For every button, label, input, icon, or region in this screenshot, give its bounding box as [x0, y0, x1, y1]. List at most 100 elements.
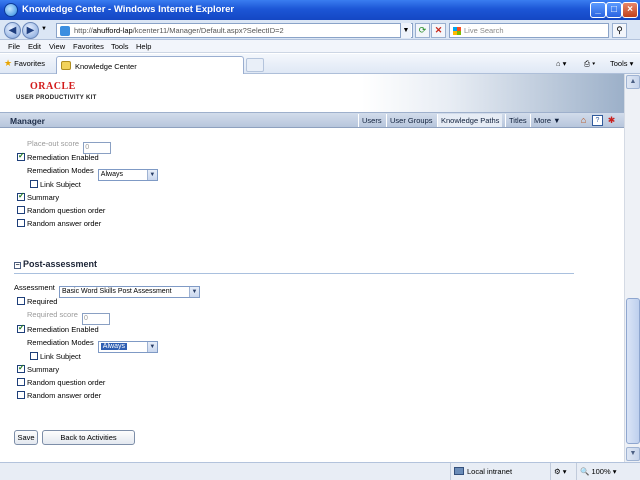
- post-summary-row: Summary: [17, 363, 60, 374]
- required-score-input[interactable]: 0: [81, 313, 110, 325]
- security-zone: Local intranet: [450, 463, 550, 480]
- stop-icon[interactable]: ✕: [431, 23, 446, 38]
- oracle-header: ORACLE USER PRODUCTIVITY KIT: [0, 74, 624, 112]
- post-link-subject-checkbox[interactable]: [30, 352, 38, 360]
- window-title: Knowledge Center - Windows Internet Expl…: [22, 4, 235, 15]
- search-icon[interactable]: ⚲: [612, 23, 627, 38]
- tab-users[interactable]: Users: [358, 114, 385, 127]
- maximize-button[interactable]: □: [606, 2, 622, 18]
- star-icon: ★: [4, 58, 13, 68]
- pre-summary-row: Summary: [17, 191, 60, 202]
- post-remediation-modes-row: Remediation Modes Always ▼: [27, 338, 158, 353]
- assessment-row: Assessment Basic Word Skills Post Assess…: [14, 283, 200, 298]
- browser-tab-knowledge-center[interactable]: Knowledge Center: [56, 56, 244, 74]
- post-link-subject-label: Link Subject: [40, 352, 81, 361]
- favorites-bar: ★ Favorites Knowledge Center ⌂ ▾ ⎙ ▾ Too…: [0, 54, 640, 74]
- required-checkbox[interactable]: [17, 297, 25, 305]
- favorites-button[interactable]: ★ Favorites: [4, 58, 45, 69]
- menu-tools[interactable]: Tools: [111, 42, 129, 51]
- knowledge-path-form: Place-out score 0 Remediation Enabled Re…: [0, 128, 624, 462]
- history-dropdown-icon[interactable]: ▼: [41, 26, 47, 32]
- internet-explorer-icon: [4, 3, 18, 17]
- post-random-answer-checkbox[interactable]: [17, 391, 25, 399]
- search-input[interactable]: Live Search: [449, 23, 609, 38]
- new-tab-button[interactable]: [246, 58, 264, 72]
- required-score-label: Required score: [27, 310, 78, 319]
- oracle-logo: ORACLE: [30, 81, 76, 92]
- menu-edit[interactable]: Edit: [28, 42, 41, 51]
- scroll-up-icon[interactable]: ▲: [626, 75, 640, 89]
- pre-remediation-modes-select[interactable]: Always ▼: [97, 169, 158, 181]
- post-assessment-header[interactable]: − Post-assessment: [14, 259, 97, 269]
- window-title-bar: Knowledge Center - Windows Internet Expl…: [0, 0, 640, 20]
- collapse-icon[interactable]: −: [14, 262, 21, 269]
- post-link-subject-row: Link Subject: [30, 352, 81, 361]
- chevron-down-icon: ▼: [146, 170, 157, 180]
- pre-link-subject-label: Link Subject: [40, 180, 81, 189]
- forward-button[interactable]: ▶: [22, 22, 39, 39]
- scroll-down-icon[interactable]: ▼: [626, 447, 640, 461]
- menu-help[interactable]: Help: [136, 42, 151, 51]
- address-toolbar: ◀ ▶ ▼ http://ahufford-lap/kcenter11/Mana…: [0, 20, 640, 40]
- pre-summary-checkbox[interactable]: [17, 191, 25, 201]
- tab-user-groups[interactable]: User Groups: [386, 114, 436, 127]
- close-window-button[interactable]: ×: [622, 2, 638, 18]
- minimize-button[interactable]: _: [590, 2, 606, 18]
- page-icon: [60, 26, 70, 36]
- tab-titles[interactable]: Titles: [505, 114, 530, 127]
- protected-mode-icon[interactable]: ⚙ ▾: [550, 463, 576, 480]
- post-random-answer-row: Random answer order: [17, 391, 101, 400]
- manager-title: Manager: [10, 116, 45, 126]
- intranet-zone-icon: [454, 467, 464, 475]
- required-score-row: Required score 0: [27, 310, 110, 325]
- placeout-score-row: Place-out score 0: [27, 139, 112, 154]
- tab-knowledge-paths[interactable]: Knowledge Paths: [437, 114, 503, 127]
- help-icon[interactable]: ?: [592, 115, 603, 126]
- pre-summary-label: Summary: [27, 193, 60, 202]
- pre-remediation-enabled-checkbox[interactable]: [17, 151, 25, 161]
- address-dropdown-icon[interactable]: ▼: [400, 23, 411, 38]
- post-random-question-row: Random question order: [17, 378, 105, 387]
- post-remediation-modes-label: Remediation Modes: [27, 338, 94, 347]
- menu-favorites[interactable]: Favorites: [73, 42, 104, 51]
- pre-random-question-checkbox[interactable]: [17, 206, 25, 214]
- refresh-icon[interactable]: ⟳: [415, 23, 430, 38]
- live-search-logo-icon: [453, 27, 461, 35]
- pre-remediation-enabled-label: Remediation Enabled: [27, 153, 99, 162]
- manager-nav-bar: Manager Users User Groups Knowledge Path…: [0, 112, 624, 128]
- pre-random-question-row: Random question order: [17, 206, 105, 215]
- post-summary-checkbox[interactable]: [17, 363, 25, 373]
- home-icon[interactable]: ⌂: [578, 115, 589, 126]
- menu-file[interactable]: File: [8, 42, 20, 51]
- chevron-down-icon: ▼: [146, 342, 157, 352]
- logout-icon[interactable]: ✱: [606, 115, 617, 126]
- menu-view[interactable]: View: [49, 42, 65, 51]
- tools-menu-button[interactable]: Tools ▾: [610, 59, 633, 68]
- back-to-activities-button[interactable]: Back to Activities: [42, 430, 135, 445]
- pre-random-answer-label: Random answer order: [27, 219, 102, 228]
- required-label: Required: [27, 297, 58, 306]
- pre-random-answer-row: Random answer order: [17, 219, 101, 228]
- address-input[interactable]: http://ahufford-lap/kcenter11/Manager/De…: [56, 23, 413, 38]
- pre-random-answer-checkbox[interactable]: [17, 219, 25, 227]
- assessment-select[interactable]: Basic Word Skills Post Assessment ▼: [58, 286, 200, 298]
- post-random-answer-label: Random answer order: [27, 391, 102, 400]
- chevron-down-icon: ▼: [188, 287, 199, 297]
- pre-remediation-modes-label: Remediation Modes: [27, 166, 94, 175]
- save-button[interactable]: Save: [14, 430, 38, 445]
- placeout-score-label: Place-out score: [27, 139, 80, 148]
- pre-random-question-label: Random question order: [27, 206, 106, 215]
- post-remediation-modes-select[interactable]: Always ▼: [97, 341, 158, 353]
- print-menu-icon[interactable]: ⎙ ▾: [584, 59, 595, 69]
- zoom-level[interactable]: 🔍 100% ▾: [576, 463, 626, 480]
- back-button[interactable]: ◀: [4, 22, 21, 39]
- vertical-scrollbar[interactable]: ▲ ▼: [624, 74, 640, 462]
- post-random-question-checkbox[interactable]: [17, 378, 25, 386]
- home-menu-icon[interactable]: ⌂ ▾: [556, 59, 566, 68]
- scroll-thumb[interactable]: [626, 298, 640, 444]
- required-row: Required: [17, 297, 57, 306]
- pre-link-subject-checkbox[interactable]: [30, 180, 38, 188]
- post-remediation-enabled-checkbox[interactable]: [17, 323, 25, 333]
- post-summary-label: Summary: [27, 365, 60, 374]
- tab-more[interactable]: More ▼: [530, 114, 564, 127]
